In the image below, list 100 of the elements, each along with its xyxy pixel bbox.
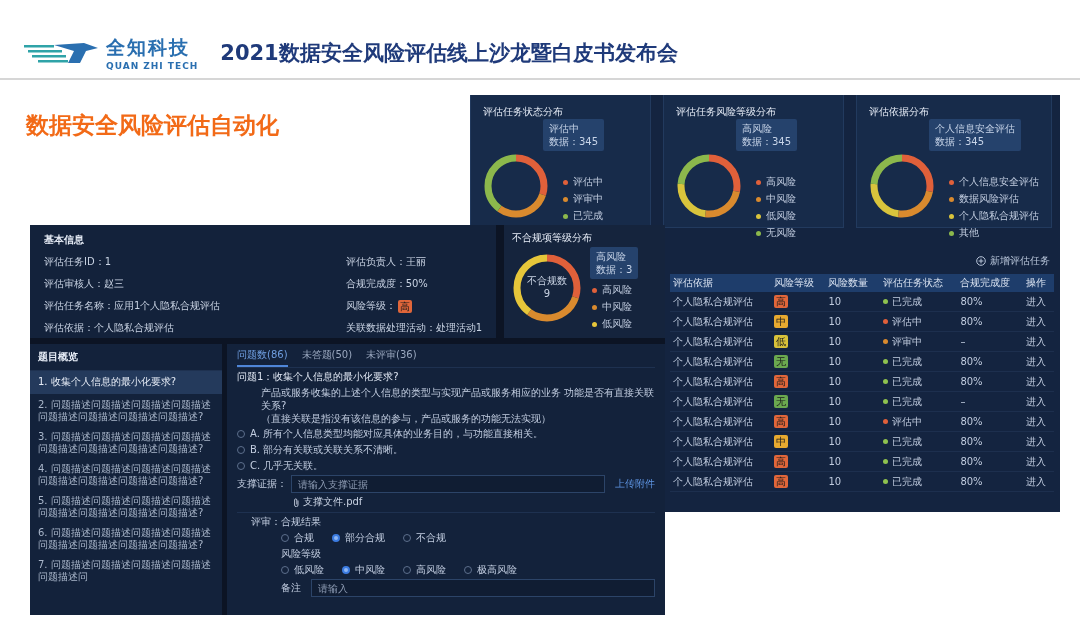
chart-tooltip: 高风险 数据：345 (736, 119, 798, 151)
donut-center-label: 不合规数 9 (526, 274, 568, 300)
legend-label: 无风险 (766, 226, 796, 240)
enter-link[interactable]: 进入 (1026, 435, 1047, 447)
radio-option[interactable]: 不合规 (403, 531, 446, 545)
status-label: 已完成 (891, 354, 922, 369)
review-label: 评审： (251, 516, 281, 527)
table-cell: 个人隐私合规评估 (670, 311, 772, 332)
question-item[interactable]: 2. 问题描述问题描述问题描述问题描述问题描述问题描述问题描述问题描述? (30, 396, 222, 426)
status-label: 已完成 (891, 454, 922, 469)
legend-label: 低风险 (766, 209, 796, 223)
enter-link[interactable]: 进入 (1026, 415, 1047, 427)
donut-chart-drawing (512, 253, 582, 323)
chart-tooltip: 个人信息安全评估 数据：345 (929, 119, 1021, 151)
radio-option[interactable]: 高风险 (403, 563, 446, 577)
chart-tooltip: 高风险 数据：3 (590, 247, 639, 279)
legend-label: 中风险 (602, 300, 632, 314)
question-item[interactable]: 3. 问题描述问题描述问题描述问题描述问题描述问题描述问题描述问题描述? (30, 428, 222, 458)
table-cell: 个人隐私合规评估 (670, 371, 772, 392)
tab[interactable]: 未评审(36) (366, 344, 417, 367)
legend-label: 高风险 (602, 283, 632, 297)
table-cell: 10 (825, 391, 880, 412)
table-cell: 80% (957, 471, 1024, 492)
question-item[interactable]: 6. 问题描述问题描述问题描述问题描述问题描述问题描述问题描述问题描述? (30, 524, 222, 554)
question-item[interactable]: 5. 问题描述问题描述问题描述问题描述问题描述问题描述问题描述问题描述? (30, 492, 222, 522)
table-cell: 80% (957, 371, 1024, 392)
legend-label: 个人信息安全评估 (959, 175, 1039, 189)
enter-link[interactable]: 进入 (1026, 375, 1047, 387)
evidence-input[interactable]: 请输入支撑证据 (291, 475, 605, 493)
field-label: 支撑证据： (237, 477, 287, 491)
attachment-link[interactable]: 支撑文件.pdf (303, 495, 363, 509)
chart-title: 评估依据分布 (869, 105, 930, 119)
status-label: 已完成 (891, 374, 922, 389)
group-label: 风险等级 (280, 547, 322, 561)
table-cell: 10 (825, 292, 880, 312)
donut-chart-drawing (483, 153, 549, 219)
radio-option[interactable]: C. 几乎无关联。 (237, 459, 655, 473)
radio-option[interactable]: 极高风险 (464, 563, 517, 577)
column-header: 合规完成度 (957, 274, 1024, 292)
upload-link[interactable]: 上传附件 (609, 477, 655, 491)
column-header: 风险等级 (771, 274, 826, 292)
tab[interactable]: 问题数(86) (237, 344, 288, 367)
info-field: 评估负责人：王丽 (345, 255, 426, 269)
table-cell: 80% (957, 292, 1024, 312)
chart-title: 评估任务状态分布 (483, 105, 564, 119)
enter-link[interactable]: 进入 (1026, 315, 1047, 327)
question-item[interactable]: 7. 问题描述问题描述问题描述问题描述问题描述问 (30, 556, 222, 586)
radio-option[interactable]: 合规 (281, 531, 314, 545)
slide-heading: 数据安全风险评估自动化 (26, 111, 279, 140)
table-cell: – (957, 391, 1024, 412)
column-header: 风险数量 (825, 274, 880, 292)
info-field: 评估任务ID：1 (44, 255, 111, 269)
enter-link[interactable]: 进入 (1026, 335, 1047, 347)
note-input[interactable]: 请输入 (311, 579, 655, 597)
question-text: 产品或服务收集的上述个人信息的类型与实现产品或服务相应的业务 功能是否有直接关联关系? (261, 386, 655, 412)
table-cell: 10 (825, 431, 880, 452)
risk-badge: 高 (774, 475, 789, 488)
table-cell: 个人隐私合规评估 (670, 431, 772, 452)
table-cell: 80% (957, 431, 1024, 452)
radio-option[interactable]: 中风险 (342, 563, 385, 577)
radio-option[interactable]: 低风险 (281, 563, 324, 577)
tab[interactable]: 未答题(50) (301, 344, 353, 367)
plus-circle-icon (976, 256, 986, 266)
table-cell: 10 (825, 371, 880, 392)
radio-option[interactable]: 部分合规 (332, 531, 385, 545)
column-header: 评估任务状态 (879, 274, 958, 292)
status-label: 评审中 (891, 334, 922, 349)
logo-name: 全知科技 (106, 35, 191, 60)
table-cell: 80% (957, 451, 1024, 472)
status-label: 已完成 (891, 294, 922, 309)
legend-label: 中风险 (766, 192, 796, 206)
table-cell: 个人隐私合规评估 (670, 331, 772, 352)
radio-option[interactable]: B. 部分有关联或关联关系不清晰。 (237, 443, 655, 457)
add-task-button[interactable]: 新增评估任务 (976, 254, 1050, 268)
question-item[interactable]: 1. 收集个人信息的最小化要求? (30, 371, 222, 394)
table-cell: 个人隐私合规评估 (670, 471, 772, 492)
question-text: （直接关联是指没有该信息的参与，产品或服务的功能无法实现） (261, 412, 552, 425)
info-field: 风险等级： (345, 299, 396, 313)
donut-chart-drawing (869, 153, 935, 219)
enter-link[interactable]: 进入 (1026, 475, 1047, 487)
risk-badge: 中 (774, 435, 789, 448)
table-cell: – (957, 331, 1024, 352)
legend-label: 个人隐私合规评估 (959, 209, 1039, 223)
enter-link[interactable]: 进入 (1026, 455, 1047, 467)
field-label: 备注 (281, 581, 301, 595)
status-label: 已完成 (891, 394, 922, 409)
enter-link[interactable]: 进入 (1026, 295, 1047, 307)
enter-link[interactable]: 进入 (1026, 395, 1047, 407)
enter-link[interactable]: 进入 (1026, 355, 1047, 367)
question-item[interactable]: 4. 问题描述问题描述问题描述问题描述问题描述问题描述问题描述问题描述? (30, 460, 222, 490)
info-field: 关联数据处理活动：处理活动1 (345, 321, 482, 335)
info-field: 评估任务名称：应用1个人隐私合规评估 (44, 299, 221, 313)
legend-label: 评估中 (573, 175, 603, 189)
table-cell: 80% (957, 351, 1024, 372)
table-cell: 个人隐私合规评估 (670, 451, 772, 472)
panel-title: 基本信息 (44, 233, 85, 247)
status-label: 评估中 (891, 314, 922, 329)
table-cell: 个人隐私合规评估 (670, 292, 772, 312)
radio-option[interactable]: A. 所有个人信息类型均能对应具体的业务目的，与功能直接相关。 (237, 427, 655, 441)
legend-label: 数据风险评估 (959, 192, 1019, 206)
